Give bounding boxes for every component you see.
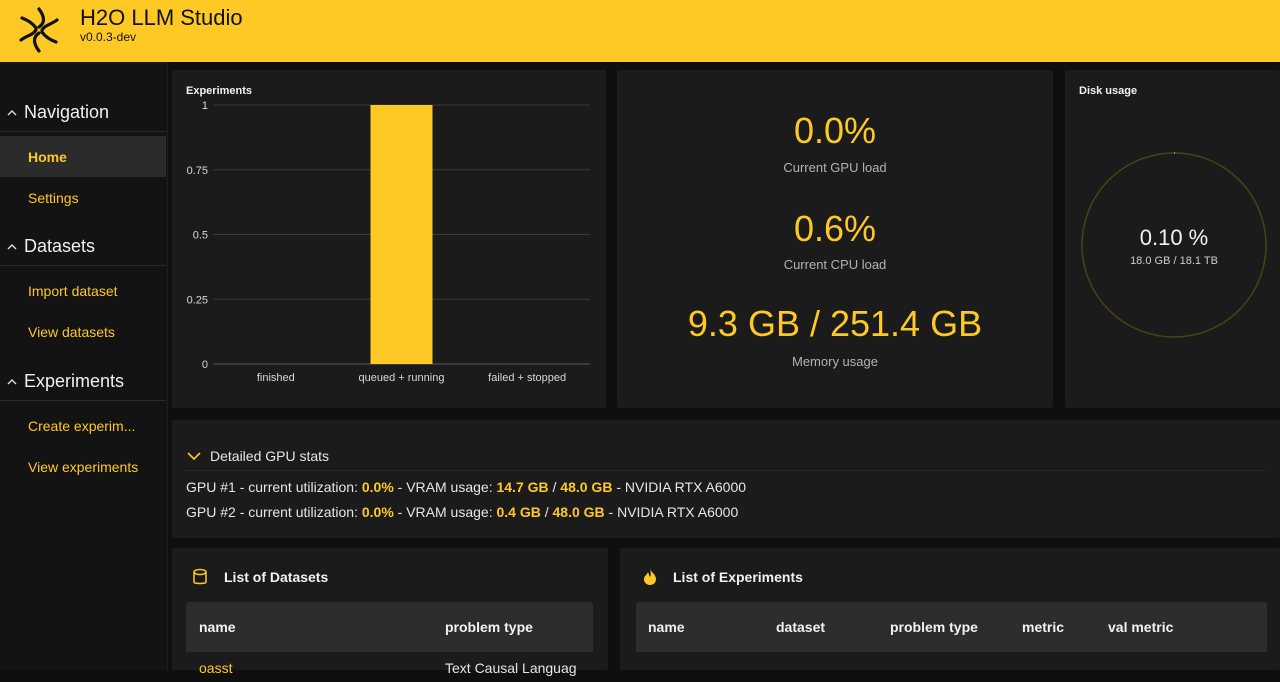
gpu-load-label: Current GPU load: [783, 160, 887, 175]
chevron-up-icon: [7, 378, 17, 384]
app-title: H2O LLM Studio: [80, 5, 243, 30]
sidebar-item-create-experiment[interactable]: Create experim...: [0, 405, 166, 446]
sidebar-item-view-experiments[interactable]: View experiments: [0, 446, 166, 487]
app-version: v0.0.3-dev: [80, 30, 137, 44]
experiments-list-title: List of Experiments: [642, 568, 803, 586]
gpu-util: 0.0%: [361, 504, 394, 520]
bar-queued-running[interactable]: [370, 105, 433, 364]
gpu-stats-toggle[interactable]: Detailed GPU stats: [186, 448, 329, 464]
nav-group-navigation: Navigation Home Settings: [0, 94, 166, 218]
panel-title: Disk usage: [1079, 85, 1138, 97]
sidebar: Navigation Home Settings Datasets Import…: [0, 62, 168, 670]
gpu-stat-line: GPU #1 - current utilization: 0.0% - VRA…: [186, 479, 746, 495]
datasets-list-title: List of Datasets: [192, 568, 328, 586]
gpu-vram-sep: /: [548, 479, 561, 495]
disk-usage-detail: 18.0 GB / 18.1 TB: [1130, 255, 1218, 267]
table-row[interactable]: oasst Text Causal Languag: [186, 652, 593, 682]
gpu-prefix: GPU #1 - current utilization:: [186, 479, 362, 495]
nav-group-title: Navigation: [24, 102, 110, 122]
gpu-util: 0.0%: [361, 479, 394, 495]
x-tick-label: finished: [257, 372, 295, 384]
gpu-vram-total: 48.0 GB: [552, 504, 605, 520]
column-header-problem-type[interactable]: problem type: [890, 619, 978, 635]
h2o-logo-icon[interactable]: [12, 3, 66, 57]
gpu-vram-total: 48.0 GB: [560, 479, 613, 495]
gpu-prefix: GPU #2 - current utilization:: [186, 504, 362, 520]
gpu-model: - NVIDIA RTX A6000: [604, 504, 739, 520]
dataset-name-link[interactable]: oasst: [199, 660, 232, 676]
y-tick-label: 1: [202, 100, 208, 112]
column-header-name[interactable]: name: [648, 619, 685, 635]
dataset-problem-type: Text Causal Languag: [445, 660, 577, 676]
gpu-vram-text: - VRAM usage:: [393, 504, 497, 520]
column-header-dataset[interactable]: dataset: [776, 619, 825, 635]
column-header-metric[interactable]: metric: [1022, 619, 1064, 635]
nav-group-header[interactable]: Datasets: [0, 228, 166, 266]
database-icon: [193, 568, 207, 585]
nav-group-title: Datasets: [24, 236, 96, 256]
nav-group-title: Experiments: [24, 371, 125, 391]
system-stats-panel: 0.0% Current GPU load 0.6% Current CPU l…: [617, 70, 1053, 408]
sidebar-item-home[interactable]: Home: [0, 136, 166, 177]
sidebar-item-import-dataset[interactable]: Import dataset: [0, 270, 166, 311]
sidebar-item-view-datasets[interactable]: View datasets: [0, 311, 166, 352]
experiments-bar-chart: 0 0.25 0.5 0.75 1 finished queued + running fai…: [187, 100, 590, 384]
flame-icon: [644, 569, 656, 585]
cpu-load-label: Current CPU load: [783, 257, 887, 272]
column-header-problem-type[interactable]: problem type: [445, 619, 533, 635]
gpu-vram-text: - VRAM usage:: [393, 479, 497, 495]
gpu-vram-sep: /: [540, 504, 553, 520]
gpu-vram-used: 0.4 GB: [496, 504, 541, 520]
column-header-name[interactable]: name: [199, 619, 236, 635]
y-tick-label: 0.75: [187, 165, 208, 177]
y-tick-label: 0.25: [187, 294, 208, 306]
divider: [186, 470, 1266, 471]
memory-usage-label: Memory usage: [792, 354, 878, 369]
experiments-chart-panel: Experiments 0 0.25 0.5 0.75 1 finished queued …: [172, 70, 606, 408]
chevron-down-icon: [187, 452, 201, 461]
datasets-list-title-text: List of Datasets: [224, 569, 329, 585]
memory-usage-value: 9.3 GB / 251.4 GB: [687, 303, 983, 344]
chevron-up-icon: [7, 109, 17, 115]
y-tick-label: 0: [202, 359, 208, 371]
experiments-table-header: name dataset problem type metric val met…: [636, 602, 1267, 652]
column-header-val-metric[interactable]: val metric: [1108, 619, 1173, 635]
nav-group-header[interactable]: Experiments: [0, 363, 166, 401]
disk-usage-percent: 0.10 %: [1139, 225, 1209, 250]
gpu-stats-toggle-label: Detailed GPU stats: [210, 448, 330, 464]
gpu-load-value: 0.0%: [793, 110, 877, 151]
nav-group-header[interactable]: Navigation: [0, 94, 166, 132]
experiments-list-title-text: List of Experiments: [673, 569, 803, 585]
y-tick-label: 0.5: [193, 230, 208, 242]
sidebar-item-settings[interactable]: Settings: [0, 177, 166, 218]
cpu-load-value: 0.6%: [793, 208, 877, 249]
gpu-stat-line: GPU #2 - current utilization: 0.0% - VRA…: [186, 504, 738, 520]
x-tick-label: queued + running: [359, 372, 445, 384]
gpu-model: - NVIDIA RTX A6000: [612, 479, 747, 495]
nav-group-experiments: Experiments Create experim... View exper…: [0, 363, 166, 487]
datasets-table-header: name problem type: [186, 602, 593, 652]
gpu-vram-used: 14.7 GB: [496, 479, 549, 495]
app-header: H2O LLM Studio v0.0.3-dev: [0, 0, 1280, 62]
x-tick-label: failed + stopped: [488, 372, 566, 384]
chevron-up-icon: [7, 243, 17, 249]
nav-group-datasets: Datasets Import dataset View datasets: [0, 228, 166, 352]
